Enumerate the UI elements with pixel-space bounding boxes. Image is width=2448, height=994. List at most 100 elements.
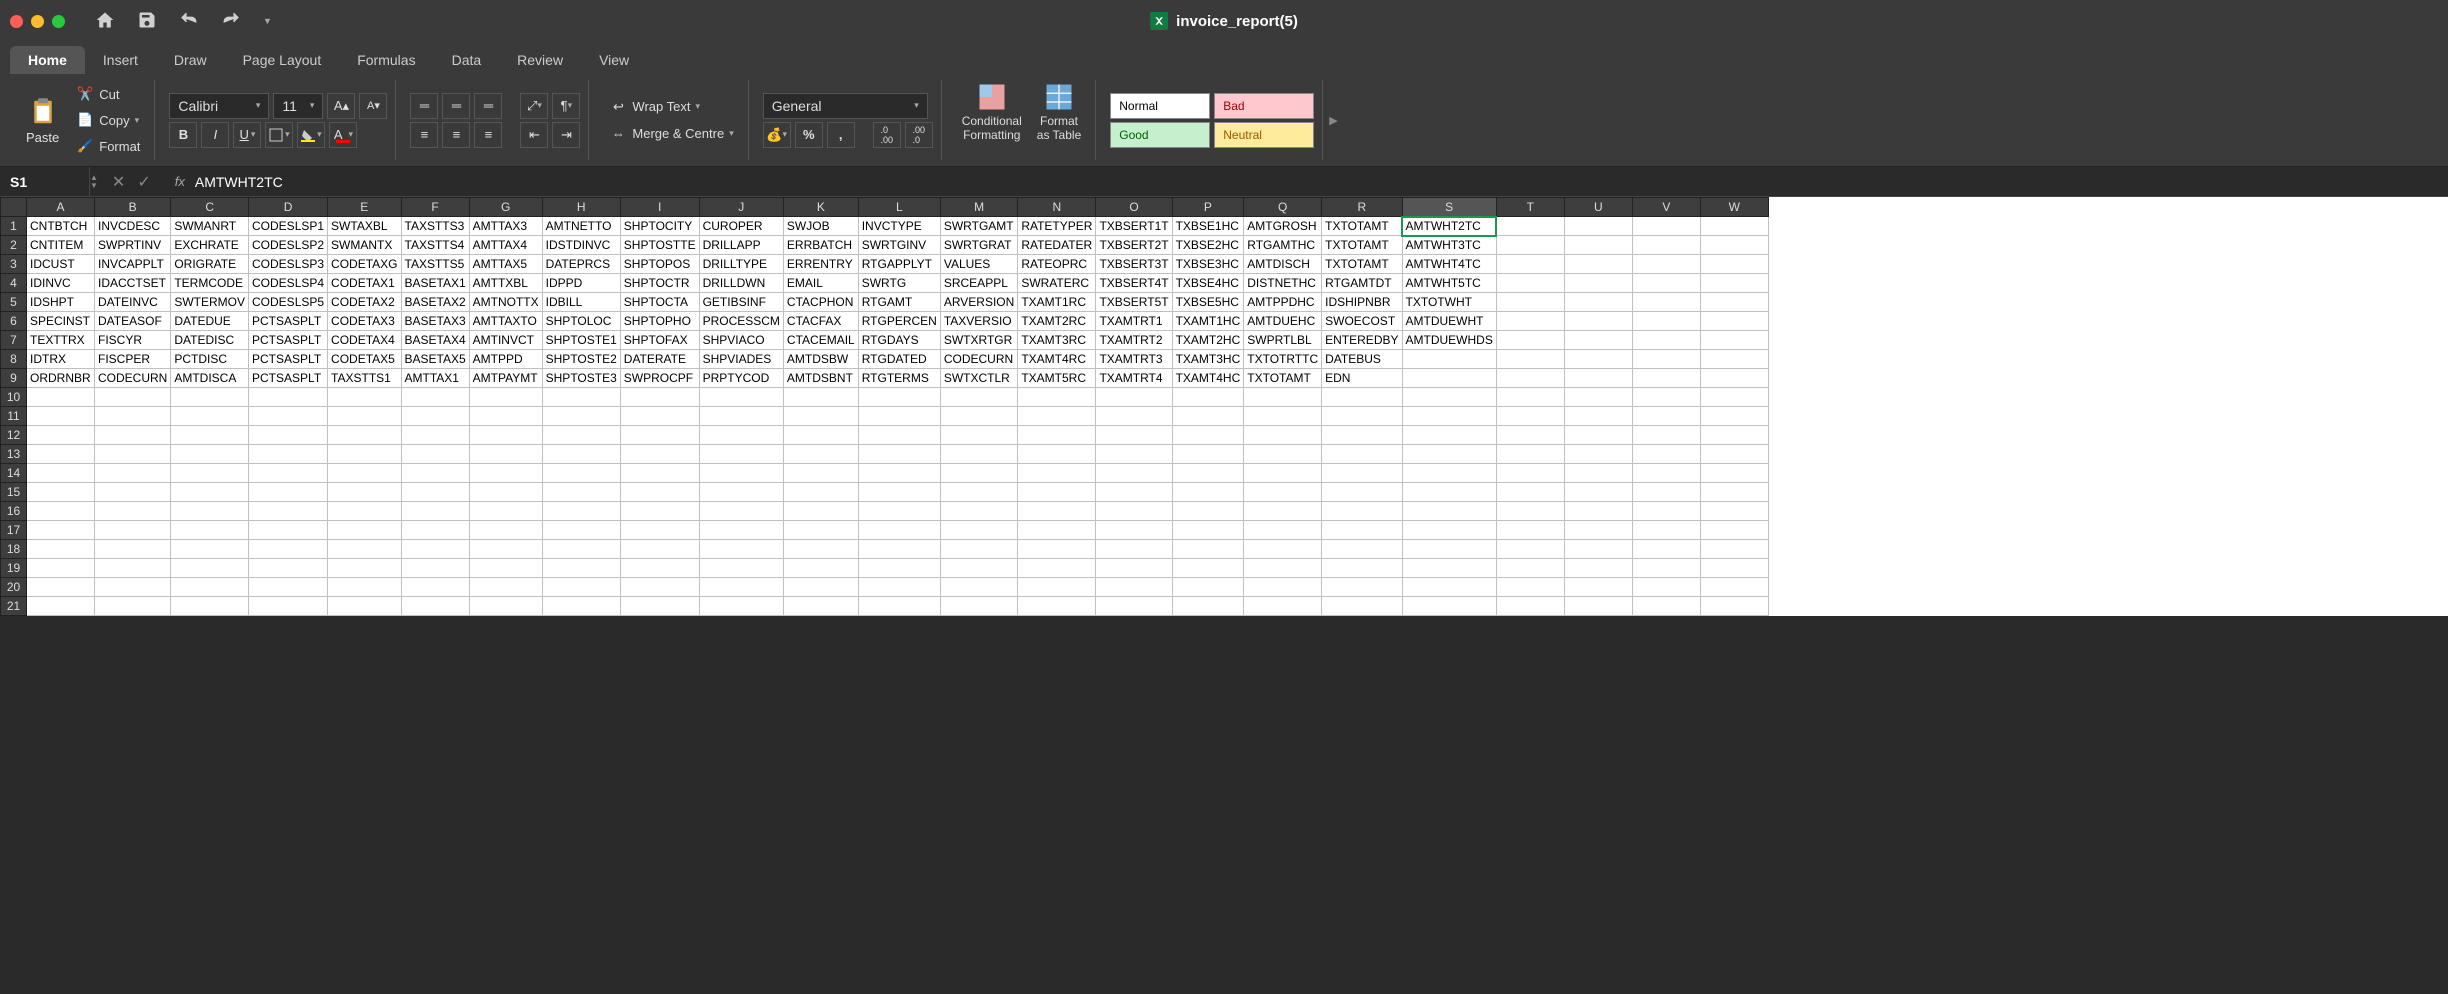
row-header[interactable]: 3 — [1, 255, 27, 274]
cell[interactable] — [95, 540, 171, 559]
cell[interactable] — [1700, 445, 1768, 464]
cell[interactable]: PCTSASPLT — [249, 331, 328, 350]
cell[interactable]: FISCYR — [95, 331, 171, 350]
increase-decimal-icon[interactable]: .0.00 — [873, 122, 901, 148]
cell[interactable]: CODETAX3 — [328, 312, 401, 331]
cell[interactable]: TXAMTRT1 — [1096, 312, 1172, 331]
styles-more-icon[interactable]: ▶ — [1329, 114, 1337, 127]
cell[interactable] — [249, 464, 328, 483]
cell[interactable]: TXAMT4HC — [1172, 369, 1244, 388]
cell[interactable]: CTACPHON — [783, 293, 858, 312]
cell[interactable] — [858, 407, 940, 426]
row-header[interactable]: 4 — [1, 274, 27, 293]
cell[interactable]: AMTDISCA — [171, 369, 249, 388]
cell[interactable]: AMTTAX4 — [469, 236, 542, 255]
cell[interactable] — [1096, 407, 1172, 426]
cell[interactable]: AMTPPD — [469, 350, 542, 369]
column-header[interactable]: K — [783, 198, 858, 217]
cell[interactable]: SHPTOFAX — [620, 331, 699, 350]
cell[interactable]: AMTDUEHC — [1244, 312, 1322, 331]
cell[interactable] — [171, 407, 249, 426]
row-header[interactable]: 1 — [1, 217, 27, 236]
cell[interactable] — [542, 521, 620, 540]
cell[interactable]: RTGAPPLYT — [858, 255, 940, 274]
cell[interactable] — [1700, 369, 1768, 388]
cell[interactable]: SHPTOPOS — [620, 255, 699, 274]
tab-home[interactable]: Home — [10, 46, 85, 74]
cell[interactable]: DATEBUS — [1322, 350, 1402, 369]
cell[interactable] — [620, 502, 699, 521]
cell[interactable] — [328, 483, 401, 502]
cell[interactable] — [783, 445, 858, 464]
cell[interactable] — [1496, 426, 1564, 445]
cell[interactable]: TXAMT4RC — [1018, 350, 1096, 369]
cell[interactable] — [1402, 521, 1496, 540]
cell[interactable] — [620, 407, 699, 426]
column-header[interactable]: O — [1096, 198, 1172, 217]
cell[interactable]: RTGDAYS — [858, 331, 940, 350]
cell[interactable] — [95, 597, 171, 616]
cell[interactable]: RTGPERCEN — [858, 312, 940, 331]
cell[interactable] — [1632, 578, 1700, 597]
cell[interactable] — [699, 597, 783, 616]
align-left-icon[interactable]: ≡ — [410, 122, 438, 148]
align-bottom-icon[interactable]: ═ — [474, 93, 502, 119]
cell[interactable] — [1700, 521, 1768, 540]
row-header[interactable]: 10 — [1, 388, 27, 407]
cell[interactable]: TAXSTTS1 — [328, 369, 401, 388]
cell[interactable]: FISCPER — [95, 350, 171, 369]
cell[interactable]: SHPTOLOC — [542, 312, 620, 331]
cell[interactable]: RTGTERMS — [858, 369, 940, 388]
cell[interactable]: ERRENTRY — [783, 255, 858, 274]
cell[interactable] — [940, 597, 1017, 616]
column-header[interactable]: W — [1700, 198, 1768, 217]
cell[interactable] — [1402, 578, 1496, 597]
cell[interactable] — [328, 597, 401, 616]
cell[interactable]: CTACEMAIL — [783, 331, 858, 350]
cell[interactable]: AMTDSBW — [783, 350, 858, 369]
cell[interactable]: TXBSE4HC — [1172, 274, 1244, 293]
cell[interactable] — [1018, 426, 1096, 445]
cell[interactable] — [401, 540, 469, 559]
cell[interactable] — [27, 426, 95, 445]
cell[interactable]: CODESLSP4 — [249, 274, 328, 293]
cell[interactable] — [27, 483, 95, 502]
cell[interactable]: RTGAMTDT — [1322, 274, 1402, 293]
cell[interactable] — [699, 521, 783, 540]
cell[interactable] — [620, 540, 699, 559]
cell[interactable] — [620, 521, 699, 540]
cell[interactable] — [940, 578, 1017, 597]
cell[interactable]: SPECINST — [27, 312, 95, 331]
cell[interactable] — [1496, 521, 1564, 540]
cell[interactable] — [1700, 578, 1768, 597]
cell[interactable]: TXTOTAMT — [1244, 369, 1322, 388]
cell[interactable] — [858, 502, 940, 521]
column-header[interactable]: H — [542, 198, 620, 217]
cell[interactable]: AMTWHT3TC — [1402, 236, 1496, 255]
cell[interactable] — [171, 540, 249, 559]
cell[interactable] — [699, 578, 783, 597]
formula-input[interactable] — [195, 174, 2448, 190]
cell[interactable] — [1564, 350, 1632, 369]
cell[interactable] — [1564, 483, 1632, 502]
row-header[interactable]: 2 — [1, 236, 27, 255]
cell[interactable] — [401, 502, 469, 521]
cell[interactable] — [620, 445, 699, 464]
cell[interactable] — [401, 559, 469, 578]
decrease-indent-icon[interactable]: ⇤ — [520, 122, 548, 148]
cell[interactable] — [1172, 597, 1244, 616]
cell[interactable]: AMTNOTTX — [469, 293, 542, 312]
cell[interactable] — [1564, 274, 1632, 293]
cell[interactable] — [27, 578, 95, 597]
cell[interactable] — [620, 483, 699, 502]
cell[interactable]: IDINVC — [27, 274, 95, 293]
home-icon[interactable] — [95, 10, 115, 33]
cell[interactable] — [1496, 350, 1564, 369]
cell[interactable] — [1244, 597, 1322, 616]
number-format-select[interactable]: General▾ — [763, 93, 928, 119]
cell[interactable]: ORIGRATE — [171, 255, 249, 274]
cell[interactable]: CODETAX4 — [328, 331, 401, 350]
cell[interactable]: RATETYPER — [1018, 217, 1096, 236]
cell[interactable]: SWTERMOV — [171, 293, 249, 312]
cell[interactable] — [249, 426, 328, 445]
